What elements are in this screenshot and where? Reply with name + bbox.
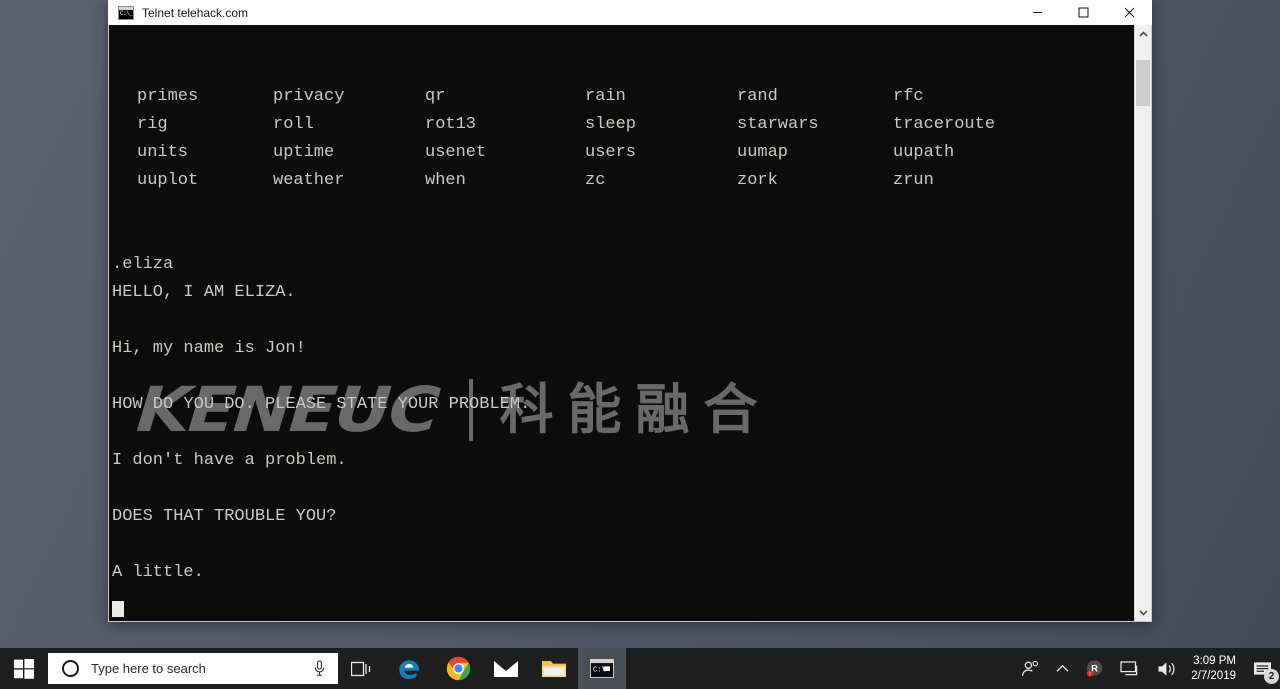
transcript-line: .eliza	[112, 255, 174, 274]
search-placeholder: Type here to search	[91, 661, 206, 676]
command-row: primes privacy qr rain rand rfc	[111, 83, 1134, 111]
transcript-line: DOES THAT TROUBLE YOU?	[112, 507, 337, 526]
command-name: rain	[585, 87, 626, 106]
notification-center-button[interactable]: 2	[1246, 648, 1280, 689]
taskbar-item-chrome[interactable]	[434, 648, 482, 689]
command-name: zork	[737, 171, 778, 190]
title-bar[interactable]: Telnet telehack.com	[108, 0, 1152, 25]
command-name: units	[137, 143, 189, 162]
clock[interactable]: 3:09 PM 2/7/2019	[1185, 648, 1246, 689]
people-icon[interactable]	[1013, 648, 1048, 689]
command-name: when	[425, 171, 466, 190]
command-name: usenet	[425, 143, 487, 162]
command-list: primes privacy qr rain rand rfc rig roll rot13 sl…	[111, 83, 1134, 195]
transcript-line: A little.	[112, 563, 204, 582]
terminal-cursor	[112, 601, 124, 617]
microphone-icon[interactable]	[313, 660, 326, 677]
close-button[interactable]	[1106, 0, 1152, 25]
command-row: uuplot weather when zc zork zrun	[111, 167, 1134, 195]
scroll-up-button[interactable]	[1135, 25, 1151, 42]
search-input[interactable]: Type here to search	[48, 653, 338, 684]
scrollbar-track[interactable]	[1135, 42, 1151, 604]
window-controls	[1014, 0, 1152, 25]
transcript-line: I don't have a problem.	[112, 451, 347, 470]
window-title: Telnet telehack.com	[142, 5, 249, 20]
terminal-text: primes privacy qr rain rand rfc rig roll rot13 sl…	[109, 25, 1134, 621]
transcript-line: HOW DO YOU DO. PLEASE STATE YOUR PROBLEM…	[112, 395, 531, 414]
command-name: uupath	[893, 143, 955, 162]
vertical-scrollbar[interactable]	[1134, 25, 1151, 621]
command-row: units uptime usenet users uumap uupath	[111, 139, 1134, 167]
start-button[interactable]	[0, 648, 48, 689]
command-name: sleep	[585, 115, 637, 134]
transcript-blank-line	[111, 307, 1134, 335]
transcript-blank-line	[111, 531, 1134, 559]
volume-icon[interactable]	[1149, 648, 1185, 689]
session-transcript: .eliza HELLO, I AM ELIZA. Hi, my name is …	[111, 251, 1134, 621]
command-name: traceroute	[893, 115, 996, 134]
command-name: rfc	[893, 87, 924, 106]
transcript-blank-line	[111, 363, 1134, 391]
scrollbar-thumb[interactable]	[1136, 60, 1150, 106]
antivirus-icon[interactable]: R !	[1077, 648, 1112, 689]
console-icon	[118, 5, 134, 20]
command-row: rig roll rot13 sleep starwars traceroute	[111, 111, 1134, 139]
transcript-line: WHICH ASPECTS OF THE THEORY OF EVOLUTION…	[111, 615, 1134, 621]
scroll-down-button[interactable]	[1135, 604, 1151, 621]
system-tray: R ! 3:09 PM 2/7/2019 2	[1013, 648, 1280, 689]
taskbar-item-command-prompt[interactable]: C:\	[578, 648, 626, 689]
taskbar-item-edge[interactable]	[386, 648, 434, 689]
command-name: zc	[585, 171, 606, 190]
command-name: rig	[137, 115, 168, 134]
command-name: qr	[425, 87, 446, 106]
command-name: roll	[273, 115, 314, 134]
clock-date: 2/7/2019	[1191, 669, 1236, 682]
taskbar-item-mail[interactable]	[482, 648, 530, 689]
command-name: privacy	[273, 87, 345, 106]
maximize-button[interactable]	[1060, 0, 1106, 25]
transcript-line: HELLO, I AM ELIZA.	[112, 283, 296, 302]
command-name: uuplot	[137, 171, 199, 190]
taskbar-item-file-explorer[interactable]	[530, 648, 578, 689]
command-name: rot13	[425, 115, 477, 134]
svg-text:!: !	[1090, 672, 1091, 678]
terminal-output[interactable]: KENEUC 科能融合 primes privacy qr rain rand rfc ri…	[109, 25, 1134, 621]
command-name: rand	[737, 87, 778, 106]
transcript-blank-line	[111, 587, 1134, 615]
clock-time: 3:09 PM	[1193, 654, 1236, 667]
transcript-blank-line	[111, 419, 1134, 447]
command-name: zrun	[893, 171, 934, 190]
command-name: uumap	[737, 143, 789, 162]
transcript-line: Hi, my name is Jon!	[112, 339, 306, 358]
console-window: Telnet telehack.com KENEUC 科能融合 primespr…	[108, 0, 1152, 622]
command-name: uptime	[273, 143, 335, 162]
command-name: weather	[273, 171, 345, 190]
command-name: primes	[137, 87, 199, 106]
notification-badge: 2	[1264, 669, 1279, 684]
command-name: starwars	[737, 115, 819, 134]
taskbar-item-task-view[interactable]	[338, 648, 386, 689]
transcript-blank-line	[111, 475, 1134, 503]
cortana-icon	[62, 660, 79, 677]
command-name: users	[585, 143, 637, 162]
taskbar: Type here to search C:\ R ! 3:09 PM 2/7/…	[0, 648, 1280, 689]
minimize-button[interactable]	[1014, 0, 1060, 25]
show-hidden-icons-button[interactable]	[1048, 648, 1077, 689]
network-icon[interactable]	[1112, 648, 1149, 689]
terminal-area: KENEUC 科能融合 primes privacy qr rain rand rfc ri…	[108, 25, 1152, 622]
